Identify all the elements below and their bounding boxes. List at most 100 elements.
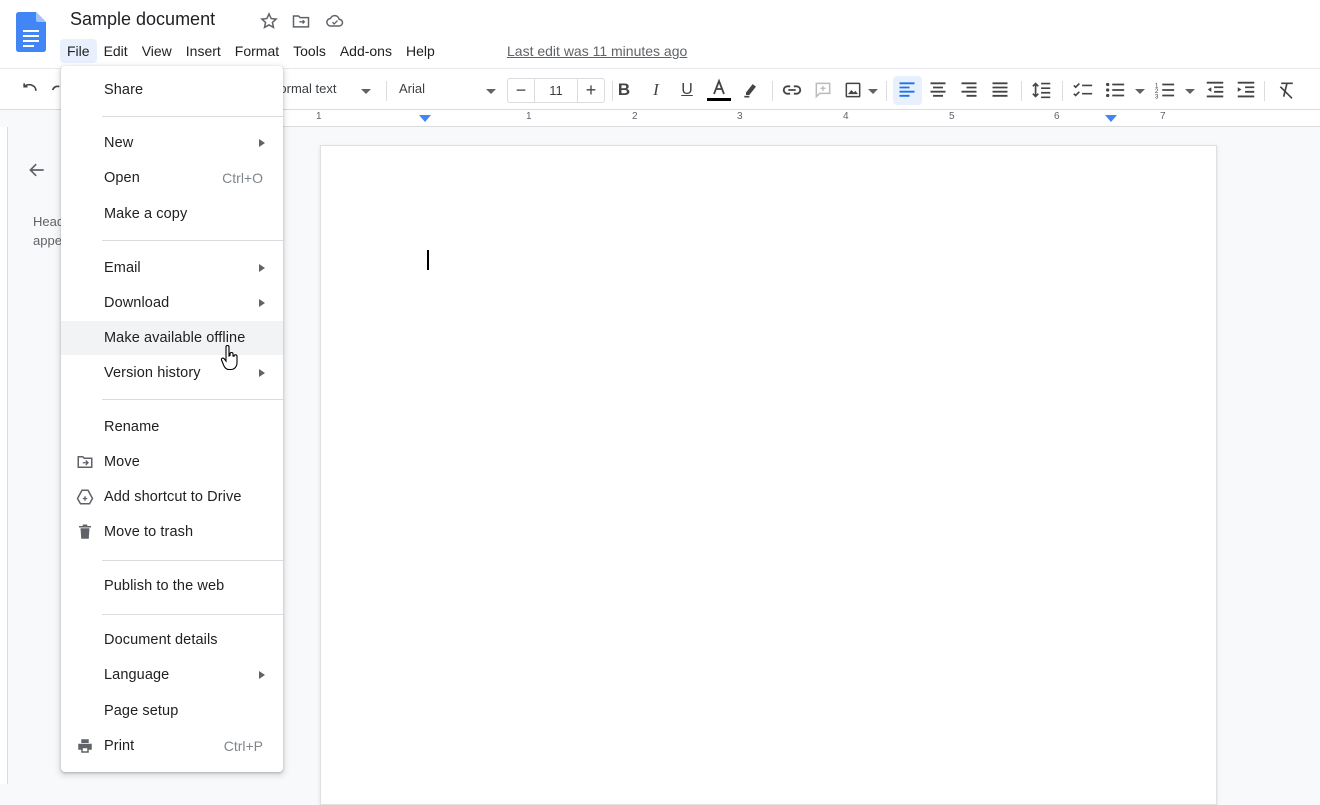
text-color-icon[interactable] — [706, 78, 732, 101]
submenu-arrow-icon — [259, 264, 265, 272]
horizontal-ruler[interactable]: 1 1 2 3 4 5 6 7 — [280, 110, 1320, 127]
menu-item-language[interactable]: Language — [61, 658, 283, 692]
menu-help[interactable]: Help — [399, 39, 442, 63]
menu-item-version-history[interactable]: Version history — [61, 356, 283, 390]
ruler-number: 4 — [843, 111, 849, 122]
image-caret-icon — [868, 89, 878, 94]
cloud-saved-icon[interactable] — [325, 11, 345, 31]
menu-item-move[interactable]: Move — [61, 445, 283, 479]
left-indent-marker[interactable] — [419, 115, 431, 122]
menu-divider — [102, 399, 283, 400]
undo-icon[interactable] — [20, 79, 40, 101]
menu-item-label: Email — [104, 260, 141, 276]
menu-item-email[interactable]: Email — [61, 251, 283, 285]
move-folder-icon — [76, 453, 94, 471]
insert-image-icon[interactable] — [843, 79, 863, 101]
menu-item-label: Move to trash — [104, 524, 194, 540]
menu-file[interactable]: File — [60, 39, 97, 63]
menu-item-share[interactable]: Share — [61, 73, 283, 107]
line-spacing-icon[interactable] — [1031, 79, 1053, 101]
decrease-indent-icon[interactable] — [1204, 79, 1226, 101]
ruler-number: 1 — [526, 111, 532, 122]
menu-item-label: Page setup — [104, 703, 179, 719]
submenu-arrow-icon — [259, 299, 265, 307]
align-center-icon[interactable] — [928, 79, 948, 101]
highlight-icon[interactable] — [741, 79, 761, 101]
submenu-arrow-icon — [259, 369, 265, 377]
menu-divider — [102, 240, 283, 241]
menu-item-label: Download — [104, 295, 170, 311]
last-edit-link[interactable]: Last edit was 11 minutes ago — [507, 43, 687, 59]
document-title[interactable]: Sample document — [70, 9, 215, 30]
toolbar-divider — [1021, 81, 1022, 101]
font-caret-icon — [486, 89, 496, 94]
toolbar-divider — [1264, 81, 1265, 101]
move-folder-icon[interactable] — [291, 11, 311, 31]
style-caret-icon — [361, 89, 371, 94]
align-left-icon[interactable] — [897, 79, 917, 101]
justify-icon[interactable] — [990, 79, 1010, 101]
increase-indent-icon[interactable] — [1235, 79, 1257, 101]
outline-placeholder: Headings you add to the document will ap… — [33, 212, 63, 250]
font-select[interactable]: Arial — [399, 81, 499, 96]
numbered-list-icon[interactable]: 123 — [1154, 79, 1176, 101]
menu-item-document-details[interactable]: Document details — [61, 623, 283, 657]
bold-icon[interactable]: B — [614, 79, 634, 101]
menu-divider — [102, 614, 283, 615]
toolbar-divider — [772, 81, 773, 101]
file-menu: Share New Open Ctrl+O Make a copy Email … — [61, 66, 283, 772]
paragraph-style-select[interactable]: Normal text — [270, 81, 374, 96]
insert-link-icon[interactable] — [781, 79, 803, 101]
close-outline-icon[interactable] — [27, 160, 47, 185]
italic-icon[interactable]: I — [646, 79, 666, 101]
menu-item-publish[interactable]: Publish to the web — [61, 569, 283, 603]
toolbar-divider — [1062, 81, 1063, 101]
font-size-input[interactable]: 11 — [534, 79, 578, 102]
menu-insert[interactable]: Insert — [179, 39, 228, 63]
add-comment-icon[interactable] — [813, 79, 833, 101]
menu-format[interactable]: Format — [228, 39, 286, 63]
toolbar-divider — [612, 81, 613, 101]
menu-item-add-shortcut[interactable]: Add shortcut to Drive — [61, 480, 283, 514]
ruler-number: 6 — [1054, 111, 1060, 122]
menu-item-page-setup[interactable]: Page setup — [61, 694, 283, 728]
menu-item-move-to-trash[interactable]: Move to trash — [61, 515, 283, 549]
menu-item-label: Make available offline — [104, 330, 246, 346]
menu-item-download[interactable]: Download — [61, 286, 283, 320]
menu-bar: File Edit View Insert Format Tools Add-o… — [60, 38, 442, 64]
menu-item-make-available-offline[interactable]: Make available offline — [61, 321, 283, 355]
underline-icon[interactable]: U — [677, 79, 697, 101]
top-bar: Sample document File Edit View Insert Fo… — [0, 0, 1320, 68]
text-cursor — [427, 250, 429, 270]
checklist-icon[interactable] — [1072, 79, 1094, 101]
ruler-number: 2 — [632, 111, 638, 122]
menu-item-new[interactable]: New — [61, 126, 283, 160]
menu-view[interactable]: View — [135, 39, 179, 63]
menu-tools[interactable]: Tools — [286, 39, 333, 63]
menu-item-label: Document details — [104, 632, 218, 648]
decrease-font-size-button[interactable]: − — [508, 79, 534, 102]
align-right-icon[interactable] — [959, 79, 979, 101]
menu-item-label: Share — [104, 82, 144, 98]
document-page[interactable] — [320, 145, 1217, 805]
ruler-number: 5 — [949, 111, 955, 122]
ruler-number: 3 — [737, 111, 743, 122]
menu-addons[interactable]: Add-ons — [333, 39, 399, 63]
increase-font-size-button[interactable]: + — [578, 79, 604, 102]
menu-item-print[interactable]: Print Ctrl+P — [61, 729, 283, 763]
docs-logo-icon[interactable] — [16, 12, 46, 52]
menu-edit[interactable]: Edit — [97, 39, 135, 63]
right-indent-marker[interactable] — [1105, 115, 1117, 122]
font-size-stepper: − 11 + — [507, 78, 605, 103]
menu-item-label: Version history — [104, 365, 201, 381]
star-icon[interactable] — [259, 11, 279, 31]
clear-formatting-icon[interactable] — [1277, 79, 1297, 101]
menu-item-rename[interactable]: Rename — [61, 410, 283, 444]
menu-item-label: Publish to the web — [104, 578, 225, 594]
menu-item-make-copy[interactable]: Make a copy — [61, 197, 283, 231]
bulleted-list-icon[interactable] — [1104, 79, 1126, 101]
drive-shortcut-icon — [76, 488, 94, 506]
bullets-caret-icon — [1135, 89, 1145, 94]
menu-item-label: Move — [104, 454, 140, 470]
menu-item-open[interactable]: Open Ctrl+O — [61, 161, 283, 195]
